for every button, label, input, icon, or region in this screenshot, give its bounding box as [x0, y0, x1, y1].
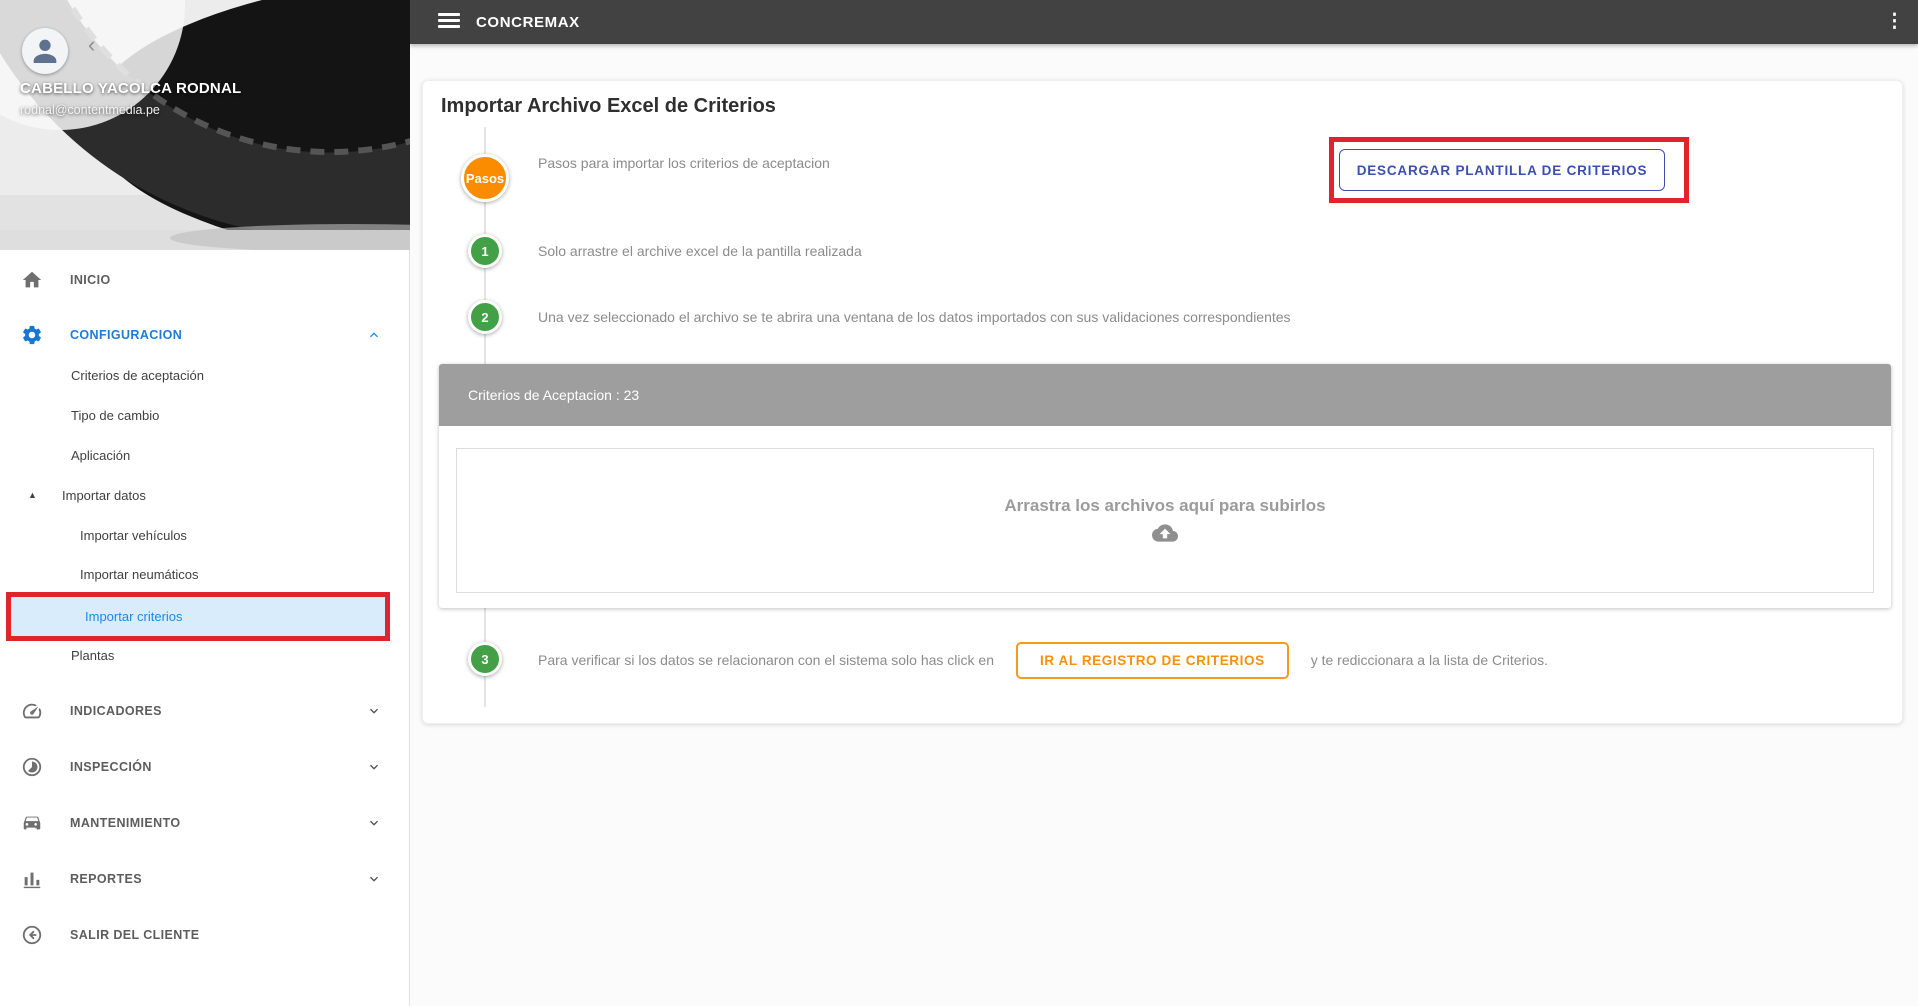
hamburger-menu-icon[interactable]: [438, 13, 460, 29]
step-2-text: Una vez seleccionado el archivo se te ab…: [538, 309, 1291, 325]
sidebar-item-label: Importar datos: [62, 487, 146, 503]
sidebar-item-indicadores[interactable]: INDICADORES: [0, 691, 410, 731]
criteria-panel: Criterios de Aceptacion : 23 Arrastra lo…: [439, 364, 1891, 608]
sidebar-item-label: INICIO: [70, 273, 111, 287]
gear-icon: [20, 323, 44, 347]
timelapse-icon: [20, 755, 44, 779]
sidebar-item-label: INSPECCIÓN: [70, 760, 152, 774]
exit-arrow-icon: [20, 923, 44, 947]
sidebar-item-label: Aplicación: [71, 447, 131, 463]
sidebar-item-label: Tipo de cambio: [71, 407, 160, 423]
sidebar-item-label: MANTENIMIENTO: [70, 816, 181, 830]
sidebar-item-inicio[interactable]: INICIO: [0, 260, 410, 300]
chevron-down-icon[interactable]: [366, 815, 382, 831]
chevron-down-icon[interactable]: [366, 759, 382, 775]
sidebar-item-label: Importar criterios: [85, 609, 183, 624]
file-dropzone[interactable]: Arrastra los archivos aquí para subirlos: [456, 448, 1874, 593]
sidebar-collapse-icon[interactable]: ‹: [88, 34, 95, 56]
chevron-down-icon[interactable]: [366, 703, 382, 719]
step-3-badge: 3: [468, 642, 502, 676]
sidebar-item-importar-neumaticos[interactable]: Importar neumáticos: [0, 554, 410, 594]
sidebar-item-importar-vehiculos[interactable]: Importar vehículos: [0, 515, 410, 555]
pasos-badge: Pasos: [461, 154, 509, 202]
sidebar-item-label: Importar vehículos: [80, 527, 187, 543]
home-icon: [20, 268, 44, 292]
sidebar-item-importar-criterios[interactable]: Importar criterios: [11, 597, 385, 636]
sidebar-item-tipo-de-cambio[interactable]: Tipo de cambio: [0, 395, 410, 435]
avatar[interactable]: [22, 28, 68, 74]
chevron-down-icon[interactable]: [366, 871, 382, 887]
sidebar-item-label: Plantas: [71, 647, 115, 663]
sidebar-item-salir-del-cliente[interactable]: SALIR DEL CLIENTE: [0, 915, 410, 955]
sidebar-item-reportes[interactable]: REPORTES: [0, 859, 410, 899]
sidebar-item-label: INDICADORES: [70, 704, 162, 718]
app-window: ‹ CABELLO YACOLCA RODNAL rodnal@contentm…: [0, 0, 1918, 1006]
import-card: Importar Archivo Excel de Criterios Paso…: [422, 80, 1903, 724]
sidebar-item-label: SALIR DEL CLIENTE: [70, 928, 200, 942]
sidebar-item-mantenimiento[interactable]: MANTENIMIENTO: [0, 803, 410, 843]
annotation-box-importar-criterios: Importar criterios: [6, 592, 390, 641]
criteria-count-label: Criterios de Aceptacion : 23: [468, 387, 640, 403]
sidebar-item-label: CONFIGURACION: [70, 328, 183, 342]
topbar: CONCREMAX ⋮: [410, 0, 1918, 44]
kebab-menu-icon[interactable]: ⋮: [1885, 10, 1904, 34]
download-template-button[interactable]: DESCARGAR PLANTILLA DE CRITERIOS: [1339, 149, 1665, 191]
sidebar-item-criterios-aceptacion[interactable]: Criterios de aceptación: [0, 355, 410, 395]
car-icon: [20, 811, 44, 835]
person-icon: [33, 39, 57, 64]
step-2-badge: 2: [468, 300, 502, 334]
chevron-up-icon[interactable]: [366, 327, 382, 343]
sidebar-item-aplicacion[interactable]: Aplicación: [0, 435, 410, 475]
step-1-badge: 1: [468, 234, 502, 268]
sidebar-item-configuracion[interactable]: CONFIGURACION: [0, 315, 410, 355]
main-content: Importar Archivo Excel de Criterios Paso…: [410, 44, 1918, 1006]
sidebar-item-label: REPORTES: [70, 872, 142, 886]
pasos-description: Pasos para importar los criterios de ace…: [538, 155, 830, 171]
criteria-panel-header: Criterios de Aceptacion : 23: [439, 364, 1891, 426]
bar-chart-icon: [20, 867, 44, 891]
user-name: CABELLO YACOLCA RODNAL: [20, 80, 242, 97]
go-to-criteria-registry-button[interactable]: IR AL REGISTRO DE CRITERIOS: [1015, 641, 1289, 679]
step-3-text-after: y te rediccionara a la lista de Criterio…: [1310, 652, 1549, 668]
sidebar-item-importar-datos[interactable]: ▲ Importar datos: [0, 475, 410, 515]
dropzone-label: Arrastra los archivos aquí para subirlos: [1004, 495, 1326, 515]
page-title: Importar Archivo Excel de Criterios: [441, 95, 776, 117]
step-3-row: Para verificar si los datos se relaciona…: [538, 641, 1548, 679]
user-email: rodnal@contentmedia.pe: [20, 103, 160, 117]
sidebar-item-inspeccion[interactable]: INSPECCIÓN: [0, 747, 410, 787]
cloud-upload-icon: [1152, 523, 1178, 542]
sidebar-item-plantas[interactable]: Plantas: [0, 635, 410, 675]
triangle-up-icon: ▲: [28, 490, 37, 500]
sidebar-item-label: Importar neumáticos: [80, 566, 199, 582]
step-3-text-before: Para verificar si los datos se relaciona…: [538, 652, 994, 668]
step-1-text: Solo arrastre el archive excel de la pan…: [538, 243, 862, 259]
sidebar: ‹ CABELLO YACOLCA RODNAL rodnal@contentm…: [0, 0, 410, 1006]
sidebar-item-label: Criterios de aceptación: [71, 367, 204, 383]
app-title: CONCREMAX: [476, 13, 580, 31]
speedometer-icon: [20, 699, 44, 723]
